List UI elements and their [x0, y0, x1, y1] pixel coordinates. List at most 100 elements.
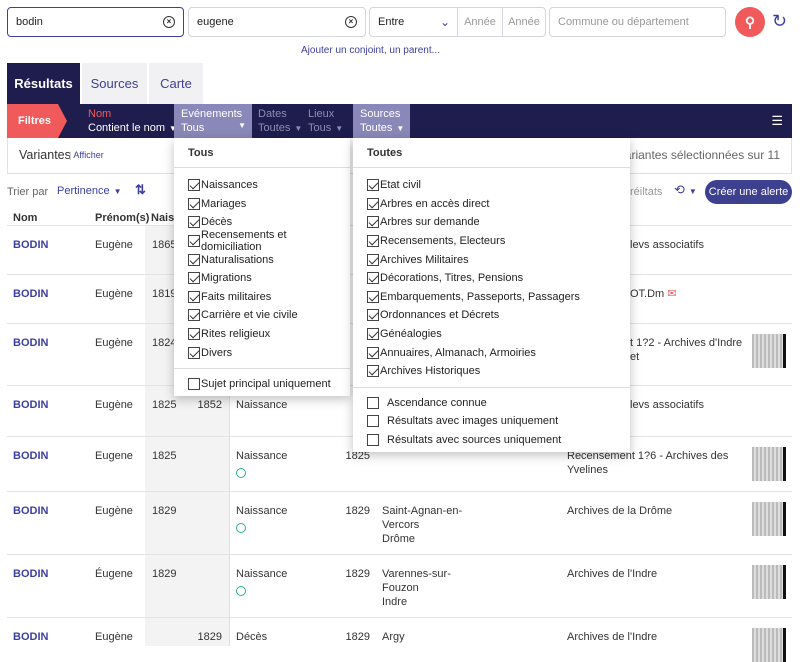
tab-results[interactable]: Résultats [7, 63, 80, 104]
column-prenom[interactable]: Prénom(s) [95, 212, 149, 224]
checkbox-icon [367, 365, 379, 378]
record-thumbnail[interactable] [752, 502, 786, 536]
menu-checkbox-item[interactable]: Divers [188, 343, 350, 362]
column-nom[interactable]: Nom [13, 212, 37, 224]
filter-sources[interactable]: Sources Toutes ▼ [353, 104, 410, 138]
menu-item-label: Recensements, Electeurs [380, 235, 506, 248]
filter-events[interactable]: Evénements Tous ▼ [174, 104, 252, 138]
row-source[interactable]: levs associatifs [630, 238, 750, 252]
row-birth-year: 1829 [152, 505, 177, 517]
row-surname-link[interactable]: BODIN [13, 398, 48, 412]
menu-checkbox-item[interactable]: Arbres en accès direct [367, 195, 630, 214]
clear-surname-icon[interactable]: × [163, 16, 175, 28]
row-source[interactable]: levs associatifs [630, 398, 750, 412]
menu-checkbox-item[interactable]: Annuaires, Almanach, Armoiries [367, 343, 630, 362]
menu-item-label: Archives Historiques [380, 365, 481, 378]
filters-label: Filtres [7, 104, 67, 138]
menu-checkbox-item[interactable]: Recensements, Electeurs [367, 232, 630, 251]
variants-show-link[interactable]: | Afficher [69, 150, 104, 160]
row-event-year: 1829 [345, 505, 370, 517]
menu-checkbox-item[interactable]: Migrations [188, 269, 350, 288]
mail-icon[interactable]: ✉ [667, 288, 676, 300]
menu-checkbox-item[interactable]: Généalogies [367, 325, 630, 344]
menu-checkbox-item[interactable]: Archives Militaires [367, 250, 630, 269]
menu-checkbox-item[interactable]: Ordonnances et Décrets [367, 306, 630, 325]
row-surname-link[interactable]: BODIN [13, 449, 48, 463]
checkbox-icon [367, 434, 379, 447]
clear-firstname-icon[interactable]: × [345, 16, 357, 28]
date-mode-select[interactable]: Entre ⌄ [369, 7, 458, 37]
menu-checkbox-item[interactable]: Sujet principal uniquement [188, 375, 350, 394]
menu-checkbox-item[interactable]: Carrière et vie civile [188, 306, 350, 325]
table-row[interactable]: BODIN Éugene 1829 Naissance 1829 Varennes-sur… [7, 554, 792, 617]
menu-checkbox-item[interactable]: Résultats avec images uniquement [367, 412, 630, 431]
menu-checkbox-item[interactable]: Embarquements, Passeports, Passagers [367, 288, 630, 307]
menu-checkbox-item[interactable]: Recensements et domiciliation [188, 229, 350, 254]
row-source-text: OT.Dm [630, 288, 665, 300]
row-source[interactable]: Archives de l'Indre [567, 567, 747, 581]
menu-checkbox-item[interactable]: Décorations, Titres, Pensions [367, 269, 630, 288]
checkbox-icon [367, 179, 379, 192]
row-event: Naissance [236, 398, 287, 412]
menu-checkbox-item[interactable]: Résultats avec sources uniquement [367, 431, 630, 450]
row-surname-link[interactable]: BODIN [13, 630, 48, 644]
menu-item-label: Rites religieux [201, 328, 271, 341]
menu-item-label: Recensements et domiciliation [201, 229, 287, 254]
row-surname-link[interactable]: BODIN [13, 504, 48, 518]
add-relative-link[interactable]: Ajouter un conjoint, un parent... [301, 45, 440, 56]
surname-input[interactable]: bodin × [7, 7, 184, 37]
menu-checkbox-item[interactable]: Faits militaires [188, 288, 350, 307]
row-source[interactable]: Recensement 1?6 - Archives des Yvelines [567, 449, 747, 477]
events-all-option[interactable]: Tous [174, 138, 350, 168]
row-source-text: t 1?2 - Archives d'Indre et [630, 337, 743, 363]
row-source[interactable]: OT.Dm ✉ [630, 287, 750, 301]
row-source[interactable]: Archives de la Drôme [567, 504, 747, 518]
variants-count: 11 ariantes sélectionnées sur 11 [609, 148, 780, 162]
record-thumbnail[interactable] [752, 334, 786, 368]
verified-check-icon [236, 586, 246, 596]
sources-all-option[interactable]: Toutes [353, 138, 630, 168]
row-surname-link[interactable]: BODIN [13, 567, 48, 581]
filter-name[interactable]: Nom Contient le nom ▼ [81, 104, 184, 138]
menu-item-label: Ascendance connue [387, 396, 487, 409]
year-to-input[interactable]: Année [502, 7, 546, 37]
tab-map[interactable]: Carte [149, 63, 203, 104]
row-source[interactable]: t 1?2 - Archives d'Indre et [630, 336, 750, 364]
tab-sources[interactable]: Sources [82, 63, 147, 104]
row-surname-link[interactable]: BODIN [13, 238, 48, 252]
row-surname-link[interactable]: BODIN [13, 287, 48, 301]
firstname-input[interactable]: eugene × [188, 7, 366, 37]
filter-name-title: Nom [88, 108, 112, 120]
sort-direction-icon[interactable]: ⇅ [135, 182, 146, 198]
menu-divider [353, 386, 630, 388]
row-firstname: Eugène [95, 288, 133, 300]
table-row[interactable]: BODIN Eugène 1829 Naissance 1829 Saint-Agnan-… [7, 491, 792, 554]
settings-sliders-icon[interactable]: ☰ [771, 113, 783, 129]
menu-checkbox-item[interactable]: Arbres sur demande [367, 213, 630, 232]
record-thumbnail[interactable] [752, 565, 786, 599]
menu-checkbox-item[interactable]: Etat civil [367, 176, 630, 195]
year-to-placeholder: Année [508, 16, 540, 28]
row-source[interactable]: Archives de l'Indre [567, 630, 747, 644]
menu-checkbox-item[interactable]: Naturalisations [188, 250, 350, 269]
filter-places[interactable]: Lieux Tous ▼ [301, 104, 350, 138]
menu-checkbox-item[interactable]: Ascendance connue [367, 394, 630, 413]
record-thumbnail[interactable] [752, 628, 786, 662]
record-thumbnail[interactable] [752, 447, 786, 481]
reset-icon[interactable]: ↻ [772, 11, 787, 32]
firstname-value: eugene [197, 16, 234, 28]
search-button[interactable]: ⚲ [735, 7, 765, 37]
menu-item-label: Archives Militaires [380, 253, 469, 266]
menu-checkbox-item[interactable]: Naissances [188, 176, 350, 195]
place-input[interactable]: Commune ou département [549, 7, 726, 37]
create-alert-button[interactable]: Créer une alerte [705, 180, 792, 204]
menu-checkbox-item[interactable]: Rites religieux [188, 325, 350, 344]
table-row[interactable]: BODIN Eugène 1829 Décès 1829 Argy Archives de … [7, 617, 792, 662]
menu-checkbox-item[interactable]: Archives Historiques [367, 362, 630, 381]
year-from-input[interactable]: Année [457, 7, 503, 37]
row-surname-link[interactable]: BODIN [13, 336, 48, 350]
checkbox-icon [188, 290, 200, 303]
sort-select[interactable]: Pertinence ▼ [57, 185, 122, 197]
menu-checkbox-item[interactable]: Mariages [188, 195, 350, 214]
history-icon[interactable]: ⟲ ▼ [674, 182, 697, 198]
